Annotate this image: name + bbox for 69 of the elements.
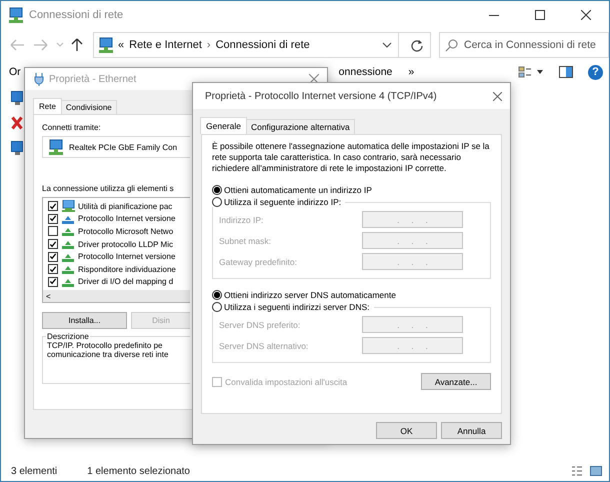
search-icon xyxy=(445,38,459,52)
description-text: comunicazione tra diverse reti inte xyxy=(47,350,170,360)
button[interactable]: Installa... xyxy=(42,312,127,330)
network-folder-icon xyxy=(97,37,113,53)
tab[interactable]: Generale xyxy=(200,117,247,134)
list-item[interactable]: Utilità di pianificazione pac xyxy=(78,202,172,211)
monitor-icon xyxy=(11,91,23,105)
overflow-chevron[interactable]: « xyxy=(118,39,124,51)
checkbox[interactable] xyxy=(48,214,58,224)
radio-button[interactable]: Utilizza il seguente indirizzo IP: xyxy=(212,197,342,207)
checkbox[interactable] xyxy=(48,252,58,262)
list-item[interactable]: Protocollo Microsoft Netwo xyxy=(78,226,174,236)
view-options-icon[interactable] xyxy=(518,65,532,79)
cancel-button[interactable]: Annulla xyxy=(441,422,502,439)
scroll-left-button[interactable]: < xyxy=(43,292,54,301)
breadcrumb-item[interactable]: Rete e Internet xyxy=(129,39,202,51)
list-item[interactable]: Risponditore individuazione xyxy=(78,264,176,274)
close-icon[interactable] xyxy=(581,10,591,20)
address-bar[interactable]: « Rete e Internet › Connessioni di rete xyxy=(93,32,431,58)
field-label: Subnet mask: xyxy=(219,236,272,246)
item-count: 3 elementi xyxy=(11,466,58,476)
overflow-chevron[interactable]: » xyxy=(408,66,414,78)
large-icons-view-icon[interactable] xyxy=(589,465,603,477)
ok-button[interactable]: OK xyxy=(376,422,437,439)
breadcrumb-separator: › xyxy=(206,39,211,51)
tab[interactable]: Configurazione alternativa xyxy=(246,119,355,134)
selection-count: 1 elemento selezionato xyxy=(87,466,190,476)
plug-icon xyxy=(33,72,45,86)
details-view-icon[interactable] xyxy=(571,465,583,477)
field-label: Server DNS preferito: xyxy=(219,320,302,330)
intro-text: È possibile ottenere l'assegnazione automatica delle impostazioni IP se la rete supporta tale caratteristica. In caso contrario, sarà necessario richiedere all'amministratore di rete le impostazioni IP corrette. xyxy=(212,141,490,174)
checkbox[interactable] xyxy=(48,239,58,250)
checkbox[interactable] xyxy=(48,201,58,212)
group-title: Descrizione xyxy=(46,332,90,342)
tab[interactable]: Rete xyxy=(33,98,62,114)
breadcrumb-item[interactable]: Connessioni di rete xyxy=(216,39,310,51)
list-item[interactable]: Protocollo Internet versione xyxy=(78,214,176,224)
toolbar-item[interactable]: onnessione xyxy=(338,66,392,78)
x-mark-icon xyxy=(11,116,23,130)
monitor-icon xyxy=(61,200,75,212)
radio-button[interactable]: Utilizza i seguenti indirizzi server DNS: xyxy=(212,302,370,312)
dialog-title: Proprietà - Protocollo Internet versione 4 (TCP/IPv4) xyxy=(205,90,437,102)
adapter-name: Realtek PCIe GbE Family Con xyxy=(69,142,178,152)
field-label: Server DNS alternativo: xyxy=(219,340,310,350)
list-item[interactable]: Driver protocollo LLDP Mic xyxy=(78,240,173,249)
checkbox[interactable] xyxy=(48,226,58,236)
field-label: Gateway predefinito: xyxy=(219,256,298,266)
dialog-title: Proprietà - Ethernet xyxy=(49,74,136,84)
checkbox[interactable] xyxy=(48,276,58,287)
description-text: TCP/IP. Protocollo predefinito pe xyxy=(47,341,164,350)
help-button[interactable]: ? xyxy=(588,64,603,80)
maximize-icon[interactable] xyxy=(535,10,545,20)
list-label: La connessione utilizza gli elementi s xyxy=(42,184,174,193)
field-label: Indirizzo IP: xyxy=(219,214,264,224)
preview-pane-icon[interactable] xyxy=(558,65,574,79)
toolbar-item[interactable]: Or xyxy=(9,66,21,78)
checkbox[interactable] xyxy=(48,264,58,274)
list-item[interactable]: Protocollo Internet versione xyxy=(78,252,176,262)
horizontal-scrollbar[interactable]: < xyxy=(43,290,190,302)
close-icon[interactable] xyxy=(492,92,502,100)
advanced-button[interactable]: Avanzate... xyxy=(421,373,491,390)
window-title: Connessioni di rete xyxy=(29,9,124,21)
monitor-icon xyxy=(11,141,23,155)
network-adapter-icon xyxy=(47,139,65,155)
tab[interactable]: Condivisione xyxy=(60,100,117,114)
network-folder-icon xyxy=(7,7,23,23)
field-label: Connetti tramite: xyxy=(42,123,101,132)
list-item[interactable]: Driver di I/O del mapping d xyxy=(78,277,174,286)
search-field[interactable]: Cerca in Connessioni di rete xyxy=(439,32,609,58)
